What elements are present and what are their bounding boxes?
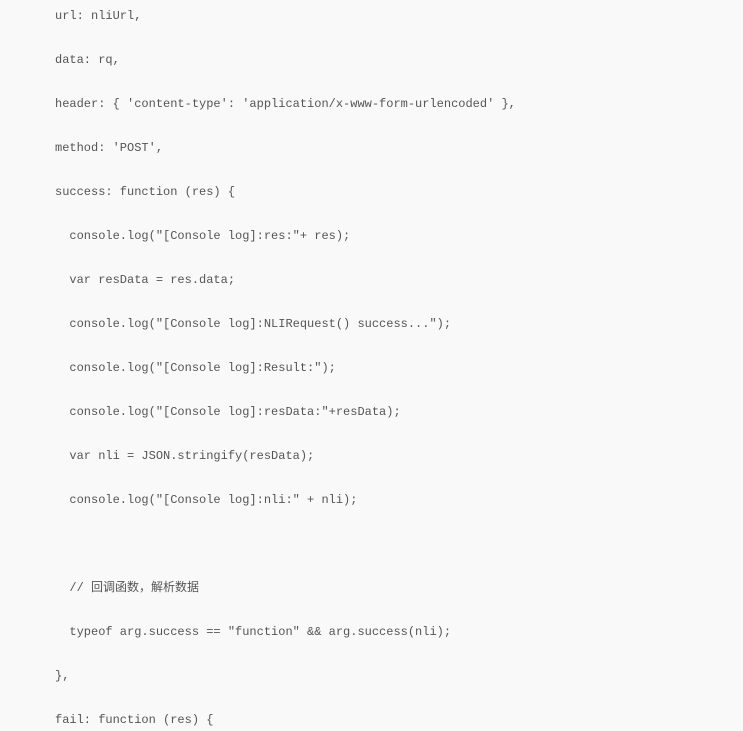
code-line: success: function (res) {	[55, 181, 743, 203]
code-block: url: nliUrl, data: rq, header: { 'conten…	[0, 0, 743, 731]
code-line	[55, 643, 743, 665]
code-line: // 回调函数，解析数据	[55, 577, 743, 599]
code-line: data: rq,	[55, 49, 743, 71]
code-line	[55, 379, 743, 401]
code-line	[55, 27, 743, 49]
code-line: var nli = JSON.stringify(resData);	[55, 445, 743, 467]
code-line	[55, 555, 743, 577]
code-line	[55, 335, 743, 357]
code-line	[55, 159, 743, 181]
code-line	[55, 687, 743, 709]
code-line	[55, 467, 743, 489]
code-line: typeof arg.success == "function" && arg.…	[55, 621, 743, 643]
code-line	[55, 71, 743, 93]
code-line: console.log("[Console log]:NLIRequest() …	[55, 313, 743, 335]
code-line	[55, 291, 743, 313]
code-line: url: nliUrl,	[55, 5, 743, 27]
code-line: console.log("[Console log]:resData:"+res…	[55, 401, 743, 423]
code-line: console.log("[Console log]:res:"+ res);	[55, 225, 743, 247]
code-line: console.log("[Console log]:Result:");	[55, 357, 743, 379]
code-line	[55, 511, 743, 533]
code-line: fail: function (res) {	[55, 709, 743, 731]
code-line	[55, 115, 743, 137]
code-line: console.log("[Console log]:nli:" + nli);	[55, 489, 743, 511]
code-line: },	[55, 665, 743, 687]
code-line	[55, 533, 743, 555]
code-line: var resData = res.data;	[55, 269, 743, 291]
code-line: method: 'POST',	[55, 137, 743, 159]
code-line	[55, 423, 743, 445]
code-line	[55, 599, 743, 621]
code-line	[55, 247, 743, 269]
code-line	[55, 203, 743, 225]
code-line: header: { 'content-type': 'application/x…	[55, 93, 743, 115]
